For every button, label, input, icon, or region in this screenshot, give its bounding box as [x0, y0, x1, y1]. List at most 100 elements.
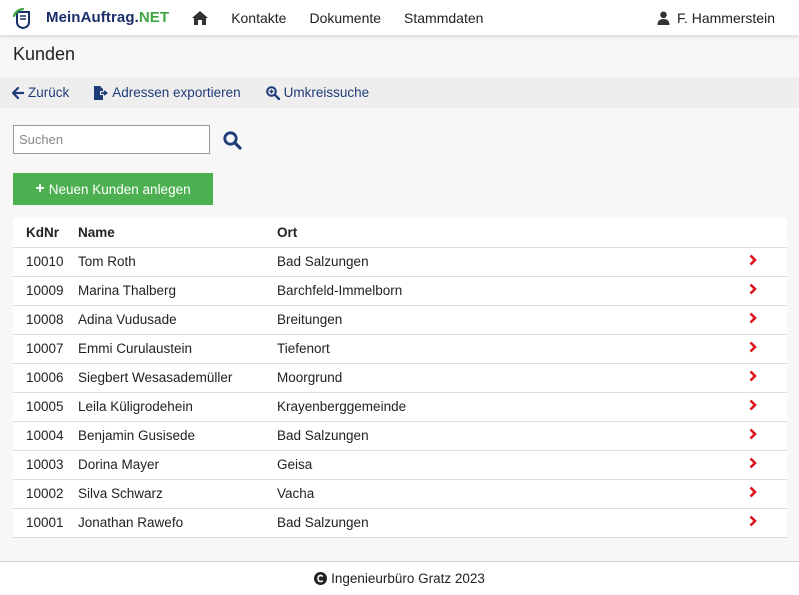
cell-name: Leila Küligrodehein: [78, 392, 277, 422]
table-row[interactable]: 10003 Dorina Mayer Geisa: [13, 450, 787, 480]
table-row[interactable]: 10006 Siegbert Wesasademüller Moorgrund: [13, 363, 787, 393]
cell-ort: Geisa: [277, 450, 737, 480]
home-icon: [192, 10, 209, 25]
header-ort[interactable]: Ort: [277, 218, 737, 248]
cell-kdnr: 10001: [13, 508, 78, 538]
chevron-right-icon: [749, 341, 757, 353]
table-row[interactable]: 10002 Silva Schwarz Vacha: [13, 479, 787, 509]
footer-text: Ingenieurbüro Gratz 2023: [331, 571, 485, 586]
nav-link-stammdaten[interactable]: Stammdaten: [404, 10, 483, 26]
table-row[interactable]: 10005 Leila Küligrodehein Krayenberggemein…: [13, 392, 787, 422]
add-customer-label: Neuen Kunden anlegen: [48, 181, 191, 197]
cell-ort: Krayenberggemeinde: [277, 392, 737, 422]
copyright-icon: [314, 572, 328, 585]
search-plus-icon: [265, 85, 280, 100]
cell-kdnr: 10008: [13, 305, 78, 335]
table-row[interactable]: 10001 Jonathan Rawefo Bad Salzungen: [13, 508, 787, 538]
table-row[interactable]: 10007 Emmi Curulaustein Tiefenort: [13, 334, 787, 364]
cell-kdnr: 10004: [13, 421, 78, 451]
cell-name: Marina Thalberg: [78, 276, 277, 306]
cell-kdnr: 10009: [13, 276, 78, 306]
radius-search-link[interactable]: Umkreissuche: [265, 85, 370, 100]
chevron-right-icon: [749, 283, 757, 295]
row-open-button[interactable]: [737, 363, 787, 393]
page-title: Kunden: [13, 44, 76, 64]
row-open-button[interactable]: [737, 421, 787, 451]
brand-name-main: MeinAuftrag.: [46, 9, 139, 26]
brand-logo-icon: [12, 7, 30, 29]
row-open-button[interactable]: [737, 450, 787, 480]
cell-ort: Vacha: [277, 479, 737, 509]
add-customer-button[interactable]: + Neuen Kunden anlegen: [13, 173, 213, 205]
cell-ort: Breitungen: [277, 305, 737, 335]
nav-home-link[interactable]: [191, 9, 209, 27]
file-export-icon: [94, 85, 109, 100]
row-open-button[interactable]: [737, 247, 787, 277]
back-label: Zurück: [28, 85, 70, 100]
customer-table-body: 10010 Tom Roth Bad Salzungen 10009 Marina T…: [13, 247, 787, 538]
cell-ort: Barchfeld-Immelborn: [277, 276, 737, 306]
user-icon: [657, 11, 670, 25]
chevron-right-icon: [749, 254, 757, 266]
nav-link-dokumente[interactable]: Dokumente: [309, 10, 381, 26]
brand-name-net: NET: [138, 9, 170, 26]
customer-table: KdNr Name Ort 10010 Tom Roth Bad Salzungen…: [13, 218, 787, 538]
cell-kdnr: 10010: [13, 247, 78, 277]
cell-ort: Bad Salzungen: [277, 247, 737, 277]
table-header-row: KdNr Name Ort: [13, 218, 787, 248]
search-button[interactable]: [221, 130, 243, 150]
arrow-left-icon: [12, 86, 24, 99]
page-footer: Ingenieurbüro Gratz 2023: [0, 561, 799, 595]
cell-name: Silva Schwarz: [78, 479, 277, 509]
table-row[interactable]: 10009 Marina Thalberg Barchfeld-Immelborn: [13, 276, 787, 306]
cell-ort: Moorgrund: [277, 363, 737, 393]
search-icon: [222, 130, 242, 150]
action-toolbar: Zurück Adressen exportieren Umkreissuche: [0, 77, 799, 108]
chevron-right-icon: [749, 312, 757, 324]
chevron-right-icon: [749, 515, 757, 527]
cell-name: Jonathan Rawefo: [78, 508, 277, 538]
table-row[interactable]: 10010 Tom Roth Bad Salzungen: [13, 247, 787, 277]
export-addresses-link[interactable]: Adressen exportieren: [93, 85, 241, 100]
row-open-button[interactable]: [737, 334, 787, 364]
user-menu[interactable]: F. Hammerstein: [657, 0, 775, 36]
row-open-button[interactable]: [737, 508, 787, 538]
row-open-button[interactable]: [737, 392, 787, 422]
cell-ort: Bad Salzungen: [277, 421, 737, 451]
header-kdnr[interactable]: KdNr: [13, 218, 78, 248]
cell-kdnr: 10005: [13, 392, 78, 422]
cell-ort: Tiefenort: [277, 334, 737, 364]
cell-name: Siegbert Wesasademüller: [78, 363, 277, 393]
nav-link-kontakte[interactable]: Kontakte: [231, 10, 286, 26]
plus-icon: +: [35, 180, 45, 197]
top-navbar: MeinAuftrag.NET Kontakte Dokumente Stamm…: [0, 0, 799, 36]
user-name: F. Hammerstein: [676, 10, 775, 26]
cell-name: Benjamin Gusisede: [78, 421, 277, 451]
chevron-right-icon: [749, 457, 757, 469]
header-name[interactable]: Name: [78, 218, 277, 248]
cell-name: Adina Vudusade: [78, 305, 277, 335]
chevron-right-icon: [749, 428, 757, 440]
cell-kdnr: 10002: [13, 479, 78, 509]
back-link[interactable]: Zurück: [12, 85, 69, 100]
cell-kdnr: 10007: [13, 334, 78, 364]
chevron-right-icon: [749, 399, 757, 411]
chevron-right-icon: [749, 370, 757, 382]
header-actions: [737, 218, 787, 248]
cell-kdnr: 10006: [13, 363, 78, 393]
row-open-button[interactable]: [737, 479, 787, 509]
table-row[interactable]: 10004 Benjamin Gusisede Bad Salzungen: [13, 421, 787, 451]
cell-ort: Bad Salzungen: [277, 508, 737, 538]
radius-search-label: Umkreissuche: [283, 85, 370, 100]
brand-name: MeinAuftrag.NET: [46, 9, 169, 26]
cell-name: Tom Roth: [78, 247, 277, 277]
cell-kdnr: 10003: [13, 450, 78, 480]
row-open-button[interactable]: [737, 305, 787, 335]
search-input[interactable]: [13, 125, 210, 154]
cell-name: Emmi Curulaustein: [78, 334, 277, 364]
table-row[interactable]: 10008 Adina Vudusade Breitungen: [13, 305, 787, 335]
brand-link[interactable]: MeinAuftrag.NET: [12, 7, 169, 29]
row-open-button[interactable]: [737, 276, 787, 306]
chevron-right-icon: [749, 486, 757, 498]
cell-name: Dorina Mayer: [78, 450, 277, 480]
